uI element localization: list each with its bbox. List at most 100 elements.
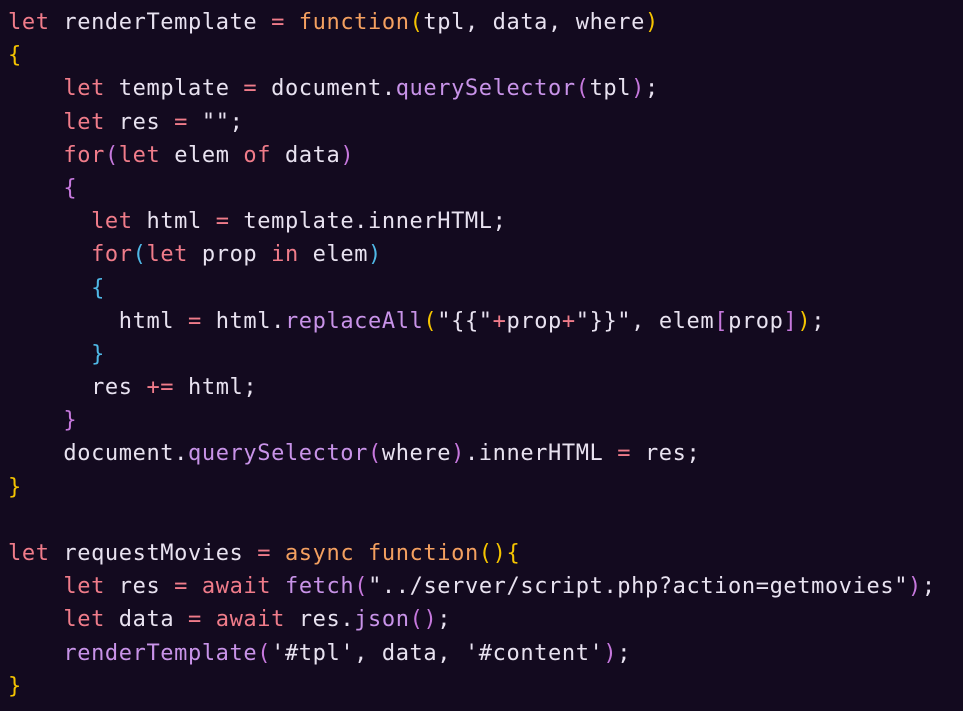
code-line: res += html; [8,371,936,404]
code-token: = [617,441,632,467]
code-token: = [188,607,202,633]
code-token: html; [174,375,258,401]
code-token: .innerHTML [464,441,618,467]
code-token: ) [797,308,812,334]
code-token: renderTemplate [63,640,258,666]
code-line: let html = template.innerHTML; [8,205,936,238]
code-token: ; [229,109,244,135]
code-token: "" [201,109,230,135]
code-token: for [91,242,133,268]
code-token: = [188,308,202,334]
code-token: prop [728,308,784,334]
code-line: let res = await fetch("../server/script.… [8,570,936,603]
code-token: let [63,607,105,633]
code-token: prop [506,308,562,334]
code-token: async function [284,541,479,566]
code-token: ( [257,640,272,666]
code-line: html = html.replaceAll("{{"+prop+"}}", e… [8,305,936,338]
code-token: ) [340,142,355,168]
code-token: ) [644,10,659,35]
code-token: () [478,541,507,566]
code-token: let [91,209,133,235]
code-token: renderTemplate [49,10,272,35]
code-token: = [174,109,189,135]
code-line: { [8,172,936,205]
code-line: } [8,338,936,371]
code-line: } [8,471,936,504]
code-token: ) [631,76,645,102]
code-token: let [8,541,50,566]
code-token: ; [921,574,936,600]
code-token: } [8,673,22,699]
code-line: let renderTemplate = function(tpl, data,… [8,6,936,39]
code-token: where [381,441,452,467]
code-line: let requestMovies = async function(){ [8,537,936,570]
code-token: ( [423,308,438,334]
code-token: template.innerHTML; [229,209,507,235]
code-token: { [91,275,105,301]
code-token: , data, [354,640,465,666]
code-token: elem [298,242,369,268]
code-line: let res = ""; [8,106,936,139]
code-token: let [63,76,105,102]
code-area[interactable]: let renderTemplate = function(tpl, data,… [8,6,936,703]
code-token: function [298,10,410,35]
code-token: data [271,142,341,168]
code-line: { [8,272,936,305]
code-token: document. [257,76,396,102]
code-line: for(let prop in elem) [8,238,936,271]
code-token: "../server/script.php?action=getmovies" [368,574,909,600]
code-token: ; [644,76,659,102]
code-token: ) [368,242,382,268]
code-token: ( [132,242,147,268]
code-token: , elem [631,308,715,334]
code-line: renderTemplate('#tpl', data, '#content')… [8,637,936,670]
code-token: prop [188,242,272,268]
code-token: await [215,607,285,633]
code-token: res [104,574,175,600]
code-token: html [8,308,188,334]
code-token: '#tpl' [271,640,355,666]
code-token: () [409,607,438,633]
code-line: let template = document.querySelector(tp… [8,72,936,105]
code-token: in [271,242,299,268]
code-token: = [243,76,258,102]
code-token: '#content' [464,640,604,666]
code-line: let data = await res.json(); [8,603,936,636]
code-token: ] [783,308,798,334]
code-token: = [215,209,230,235]
code-token: await [201,574,272,600]
code-line: } [8,670,936,703]
code-token: html [132,209,216,235]
code-token: querySelector [188,441,368,467]
code-token: = [257,541,272,566]
code-token: + [561,308,576,334]
code-token: tpl, data, where [423,10,645,35]
code-token: let [63,109,105,135]
code-editor[interactable]: let renderTemplate = function(tpl, data,… [0,0,963,711]
code-token: fetch [284,574,355,600]
code-token: ) [451,441,465,467]
code-token: elem [160,142,244,168]
code-line: } [8,404,936,437]
code-token: tpl [589,76,632,102]
code-token: { [506,541,521,566]
code-token: of [243,142,272,168]
code-token: [ [714,308,729,334]
code-token: replaceAll [284,308,424,334]
code-token: let [63,574,105,600]
